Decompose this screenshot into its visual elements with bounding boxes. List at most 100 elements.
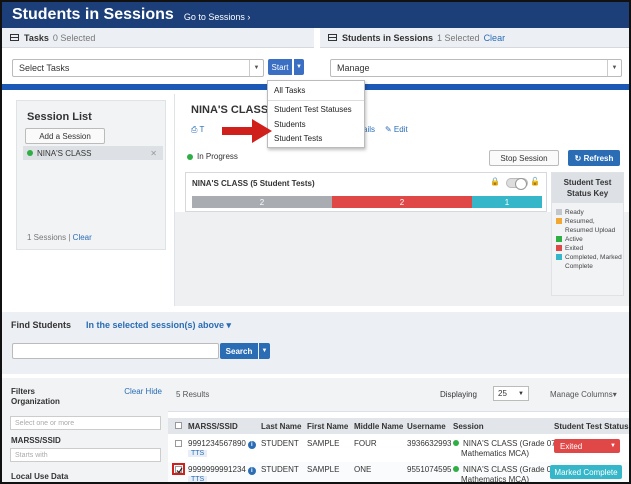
session-item-label: NINA'S CLASS (37, 148, 92, 158)
col-first-name[interactable]: First Name (307, 422, 348, 431)
session-list-panel: Session List Add a Session NINA'S CLASS … (16, 100, 166, 250)
per-page-select[interactable]: 25 ▼ (493, 386, 529, 401)
table-row[interactable]: 9991234567890 i TTS STUDENT SAMPLE FOUR 3… (168, 436, 629, 462)
col-marss[interactable]: MARSS/SSID (188, 422, 238, 431)
session-count: 1 Sessions | Clear (27, 233, 92, 242)
find-students-title: Find Students (11, 320, 71, 330)
print-link[interactable]: ⎙ T (191, 125, 204, 135)
status-color-swatch (556, 218, 562, 224)
status-marked-complete-badge[interactable]: Marked Complete (550, 465, 622, 479)
status-color-swatch (556, 254, 562, 260)
active-status-icon (453, 466, 459, 472)
filters-clear-link[interactable]: Clear (124, 387, 143, 396)
per-page-value: 25 (498, 389, 507, 398)
displaying-label: Displaying (440, 390, 477, 399)
checkbox-highlight-annotation (172, 463, 185, 475)
col-session[interactable]: Session (453, 422, 484, 431)
status-exited-dropdown[interactable]: Exited ▼ (554, 439, 620, 453)
select-tasks-dropdown[interactable]: Select Tasks ▼ (12, 59, 264, 77)
search-dropdown-toggle[interactable]: ▼ (259, 343, 270, 359)
refresh-button[interactable]: ↻ Refresh (568, 150, 620, 166)
status-key-item: Active (552, 235, 623, 244)
last-name-cell: STUDENT (261, 465, 299, 474)
chevron-down-icon: ▼ (607, 60, 621, 76)
first-name-cell: SAMPLE (307, 439, 340, 448)
app-window: Students in Sessions Go to Sessions › Ta… (0, 0, 631, 484)
stop-session-button[interactable]: Stop Session (489, 150, 559, 166)
col-status[interactable]: Student Test Status (554, 422, 629, 431)
select-all-checkbox[interactable] (175, 422, 182, 429)
organization-select[interactable]: Select one or more (10, 416, 161, 430)
username-cell: 9551074595 (407, 465, 452, 474)
status-color-swatch (556, 245, 562, 251)
class-title: NINA'S CLASS (191, 104, 269, 116)
status-bar-segment: 2 (332, 196, 472, 208)
start-dropdown-toggle[interactable]: ▼ (293, 59, 304, 75)
manage-value: Manage (337, 63, 370, 73)
find-students-input[interactable] (12, 343, 219, 359)
sis-title: Students in Sessions (342, 32, 434, 43)
start-button[interactable]: Start (268, 59, 292, 75)
tts-badge[interactable]: TTS (188, 476, 208, 482)
tasks-panel-header: Tasks 0 Selected (2, 28, 314, 48)
session-count-text: 1 Sessions | (27, 233, 71, 242)
go-to-sessions-link[interactable]: Go to Sessions › (184, 12, 251, 22)
status-key-label: Active (565, 236, 583, 243)
filters-actions: Clear Hide (124, 387, 162, 396)
table-row[interactable]: 9999999991234 i TTS STUDENT SAMPLE ONE 95… (168, 462, 629, 484)
session-clear-link[interactable]: Clear (73, 233, 92, 242)
session-status: In Progress (187, 152, 238, 161)
session-item[interactable]: NINA'S CLASS ✕ (23, 146, 163, 160)
status-key-item: Ready (552, 208, 623, 217)
status-bar-segment: 1 (472, 196, 542, 208)
sis-selected-count: 1 Selected (437, 32, 480, 43)
menu-item-student-tests[interactable]: Student Tests (268, 134, 364, 143)
info-icon[interactable]: i (247, 441, 256, 449)
session-subject: Mathematics MCA) (461, 449, 530, 458)
row-checkbox[interactable] (175, 440, 182, 447)
col-last-name[interactable]: Last Name (261, 422, 301, 431)
results-count: 5 Results (176, 390, 210, 399)
marss-input[interactable]: Starts with (10, 448, 161, 462)
sis-clear-link[interactable]: Clear (484, 33, 506, 43)
red-arrow-annotation (222, 119, 272, 143)
manage-dropdown[interactable]: Manage ▼ (330, 59, 622, 77)
lock-toggle[interactable] (506, 178, 528, 190)
edit-link[interactable]: ✎ Edit (385, 125, 408, 134)
menu-divider (268, 100, 364, 101)
col-middle-name[interactable]: Middle Name (354, 422, 403, 431)
info-icon[interactable]: i (247, 467, 256, 475)
table-header: MARSS/SSID Last Name First Name Middle N… (168, 418, 629, 434)
first-name-cell: SAMPLE (307, 465, 340, 474)
session-subject: Mathematics MCA) (461, 475, 530, 484)
session-list-title: Session List (27, 111, 92, 123)
marss-label: MARSS/SSID (11, 436, 61, 445)
find-scope-dropdown[interactable]: In the selected session(s) above ▾ (86, 320, 231, 331)
menu-item-student-test-statuses[interactable]: Student Test Statuses (268, 105, 364, 114)
start-dropdown-menu: All Tasks Student Test Statuses Students… (267, 80, 365, 148)
ssid-value: 9999999991234 (188, 465, 246, 474)
chevron-down-icon: ▼ (518, 390, 524, 397)
status-color-swatch (556, 209, 562, 215)
add-session-button[interactable]: Add a Session (25, 128, 105, 144)
close-icon[interactable]: ✕ (150, 149, 157, 158)
status-color-swatch (556, 236, 562, 242)
organization-label: Organization (11, 397, 60, 406)
tasks-selected-count: 0 Selected (52, 32, 96, 43)
status-key-title: Student Test Status Key (552, 173, 623, 203)
col-username[interactable]: Username (407, 422, 446, 431)
chevron-down-icon: ▼ (249, 60, 263, 76)
username-cell: 3936632993 (407, 439, 452, 448)
status-key-label: Exited (565, 245, 584, 252)
status-key-list: Ready Resumed, Resumed Upload Active Exited… (552, 203, 623, 271)
search-button[interactable]: Search (220, 343, 258, 359)
status-key-label: Resumed, Resumed Upload (565, 218, 616, 234)
filters-hide-link[interactable]: Hide (146, 387, 162, 396)
menu-item-all-tasks[interactable]: All Tasks (268, 86, 364, 95)
session-status-label: In Progress (197, 152, 238, 161)
tts-badge[interactable]: TTS (188, 450, 208, 457)
unlock-icon: 🔓 (530, 177, 540, 186)
menu-item-students[interactable]: Students (268, 120, 364, 129)
status-bar-segment: 2 (192, 196, 332, 208)
manage-columns-dropdown[interactable]: Manage Columns▾ (550, 390, 617, 399)
